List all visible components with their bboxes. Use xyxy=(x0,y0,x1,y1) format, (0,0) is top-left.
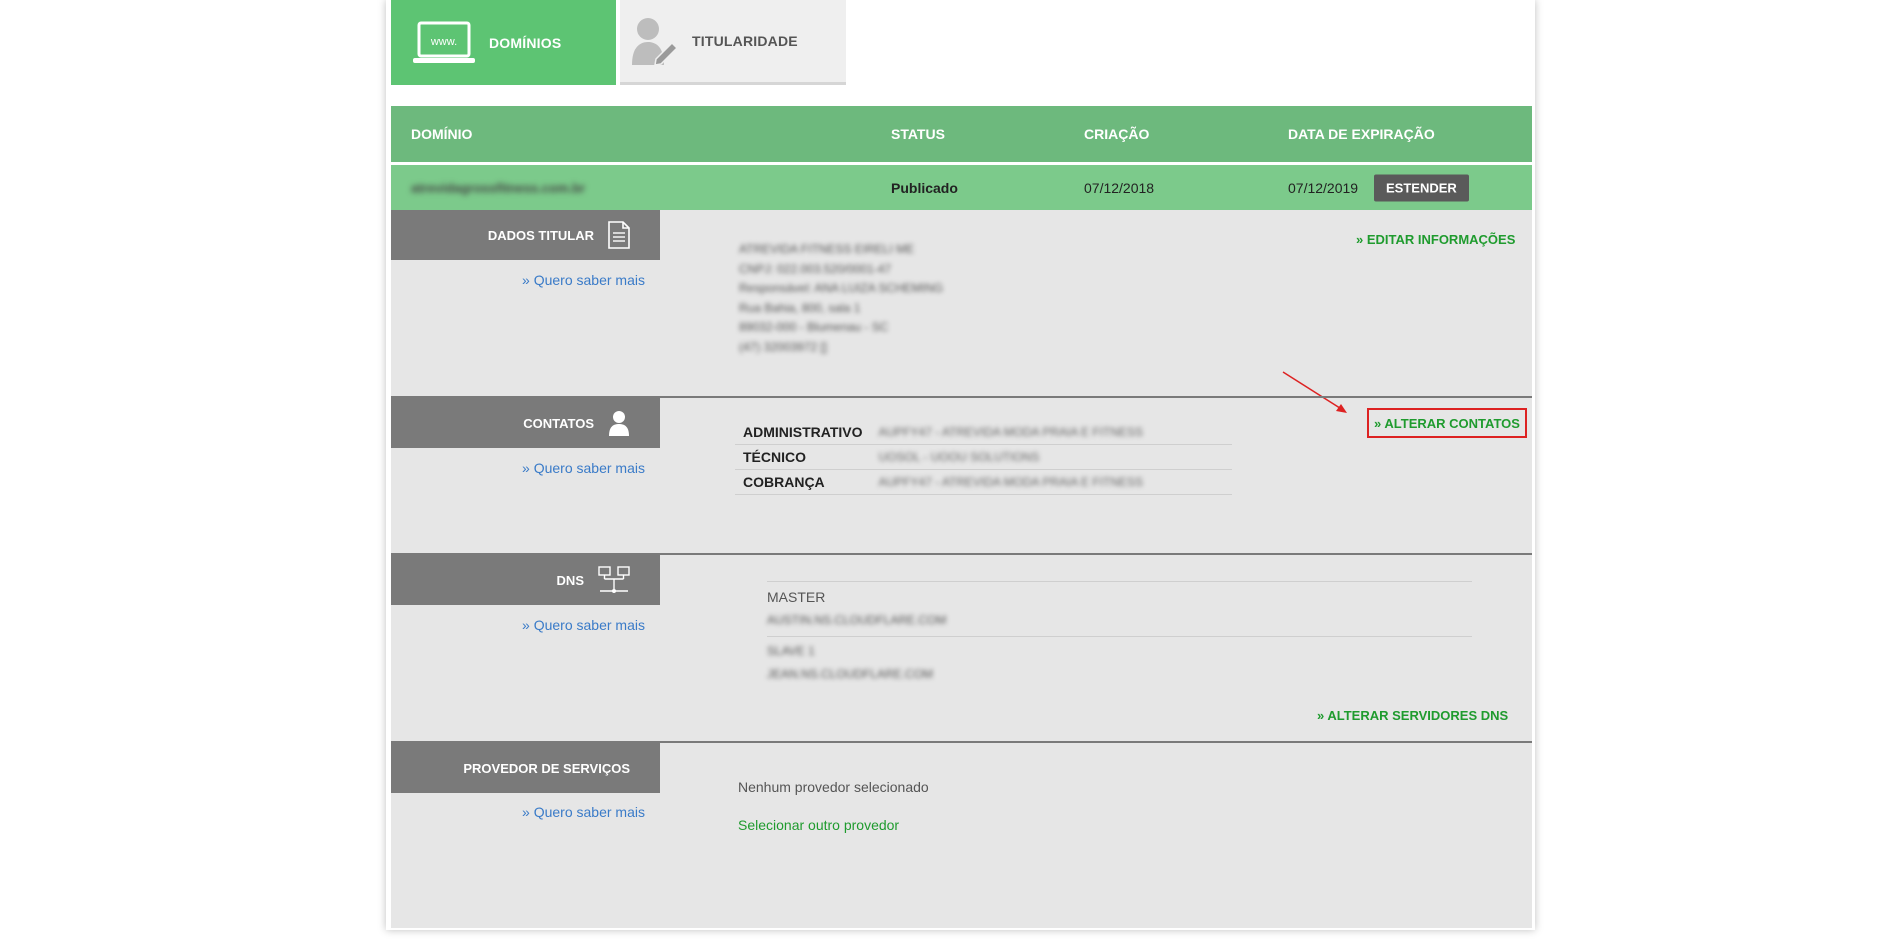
titular-line: ATREVIDA FITNESS EIRELI ME xyxy=(739,242,915,256)
laptop-www-icon: www. xyxy=(413,20,475,66)
user-icon xyxy=(608,410,630,436)
domain-expiracao: 07/12/2019 xyxy=(1288,179,1359,196)
section-provedor-title: PROVEDOR DE SERVIÇOS xyxy=(391,743,660,793)
document-icon xyxy=(608,221,630,249)
dns-master-value: AUSTIN.NS.CLOUDFLARE.COM xyxy=(767,613,947,627)
section-dns: DNS » Quero saber mais MASTER AUSTIN.NS.… xyxy=(391,553,1532,742)
contact-value: AUPFY47 - ATREVIDA MODA PRAIA E FITNESS xyxy=(870,420,1232,445)
alterar-contatos-link[interactable]: » ALTERAR CONTATOS xyxy=(1374,416,1520,431)
dns-saber-mais-link[interactable]: » Quero saber mais xyxy=(391,617,645,633)
table-row: ADMINISTRATIVO AUPFY47 - ATREVIDA MODA P… xyxy=(735,420,1232,445)
tab-dominios[interactable]: www. DOMÍNIOS xyxy=(391,0,616,85)
contact-label: COBRANÇA xyxy=(735,469,871,495)
contacts-table: ADMINISTRATIVO AUPFY47 - ATREVIDA MODA P… xyxy=(735,420,1232,495)
dns-slave-label: SLAVE 1 xyxy=(767,644,815,658)
titular-line: Responsável: ANA LUIZA SCHEMING xyxy=(739,281,944,295)
header-status: STATUS xyxy=(891,126,945,142)
section-titular-title: DADOS TITULAR xyxy=(391,210,660,260)
titular-line: Rua Bahia, 800, sala 1 xyxy=(739,300,861,315)
contact-value: UOSOL - UOOU SOLUTIONS xyxy=(870,444,1232,470)
titular-line: 89032-000 - Blumenau - SC xyxy=(739,320,889,334)
titular-info: ATREVIDA FITNESS EIRELI ME CNPJ: 022.003… xyxy=(739,240,943,357)
table-row: COBRANÇA AUPFY47 - ATREVIDA MODA PRAIA E… xyxy=(735,469,1232,495)
tab-dominios-label: DOMÍNIOS xyxy=(489,34,562,51)
editar-informacoes-link[interactable]: » EDITAR INFORMAÇÕES xyxy=(1356,232,1515,247)
dns-divider xyxy=(767,581,1472,582)
titular-line: (47) 32003972 [] xyxy=(739,339,828,354)
section-dns-title: DNS xyxy=(391,555,660,605)
alterar-dns-link[interactable]: » ALTERAR SERVIDORES DNS xyxy=(1317,708,1508,723)
section-titular: DADOS TITULAR » Quero saber mais » EDITA… xyxy=(391,210,1532,395)
provedor-saber-mais-link[interactable]: » Quero saber mais xyxy=(391,804,645,820)
svg-text:www.: www. xyxy=(430,36,457,48)
header-dominio: DOMÍNIO xyxy=(411,126,473,142)
selecionar-provedor-link[interactable]: Selecionar outro provedor xyxy=(738,817,899,833)
tab-titularidade[interactable]: TITULARIDADE xyxy=(620,0,846,85)
header-criacao: CRIAÇÃO xyxy=(1084,126,1150,142)
dns-divider xyxy=(767,636,1472,637)
domain-criacao: 07/12/2018 xyxy=(1084,179,1155,196)
contatos-saber-mais-link: » Quero saber mais xyxy=(522,460,645,476)
dns-title-text: DNS xyxy=(556,572,584,588)
domain-row: atrevidagrossfitness.com.br Publicado 07… xyxy=(391,165,1532,210)
provedor-status: Nenhum provedor selecionado xyxy=(738,779,929,795)
estender-button[interactable]: ESTENDER xyxy=(1374,174,1469,201)
titular-line: CNPJ: 022.003.520/0001-47 xyxy=(739,261,892,276)
page-container: www. DOMÍNIOS TITULARIDADE DOMÍNIO STATU… xyxy=(386,0,1535,930)
domain-table-header: DOMÍNIO STATUS CRIAÇÃO DATA DE EXPIRAÇÃO xyxy=(391,106,1532,162)
dns-master-label: MASTER xyxy=(767,589,826,605)
domain-status: Publicado xyxy=(891,179,958,196)
section-provedor: PROVEDOR DE SERVIÇOS » Quero saber mais … xyxy=(391,741,1532,930)
tab-titularidade-label: TITULARIDADE xyxy=(692,33,798,49)
titular-title-text: DADOS TITULAR xyxy=(487,227,594,243)
contact-label: ADMINISTRATIVO xyxy=(735,420,871,445)
alterar-contatos-highlight: » ALTERAR CONTATOS xyxy=(1367,408,1527,438)
table-row: TÉCNICO UOSOL - UOOU SOLUTIONS xyxy=(735,444,1232,470)
contatos-title-text: CONTATOS xyxy=(523,415,594,431)
domain-name[interactable]: atrevidagrossfitness.com.br xyxy=(411,180,585,195)
titular-saber-mais-link[interactable]: » Quero saber mais xyxy=(391,272,645,288)
user-edit-icon xyxy=(630,15,680,67)
dns-slave-value: JEAN.NS.CLOUDFLARE.COM xyxy=(767,667,934,681)
network-icon xyxy=(598,566,630,594)
header-expiracao: DATA DE EXPIRAÇÃO xyxy=(1288,126,1435,142)
provedor-title-text: PROVEDOR DE SERVIÇOS xyxy=(463,760,630,776)
section-contatos-title: CONTATOS xyxy=(391,398,660,448)
section-contatos: CONTATOS » Quero saber mais ADMINISTRATI… xyxy=(391,396,1532,554)
contact-value: AUPFY47 - ATREVIDA MODA PRAIA E FITNESS xyxy=(870,469,1232,495)
contact-label: TÉCNICO xyxy=(735,444,871,470)
